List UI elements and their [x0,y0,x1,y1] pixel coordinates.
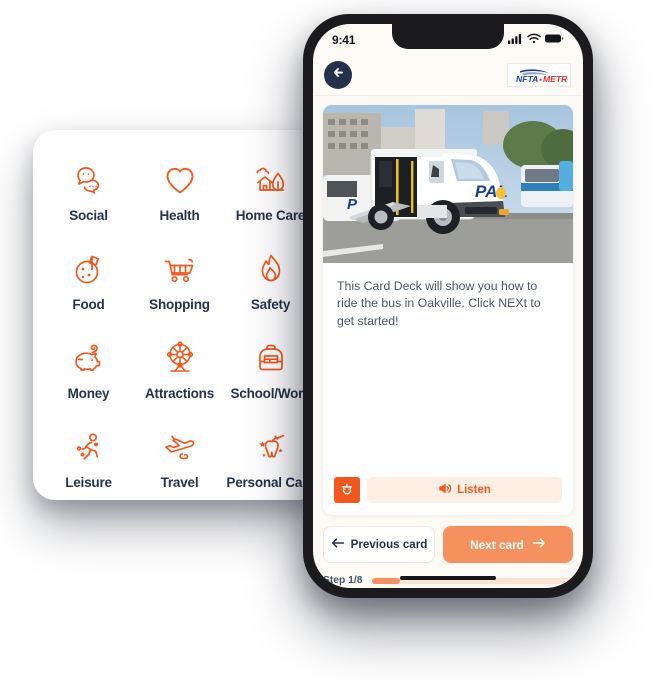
house-tree-icon [252,161,290,199]
back-button[interactable] [324,60,352,89]
category-label: Leisure [65,475,112,490]
wifi-icon [527,31,541,49]
card-body-text: This Card Deck will show you how to ride… [337,279,541,328]
status-time: 9:41 [332,33,356,47]
category-label: Food [72,297,105,312]
arrow-right-icon [532,537,546,552]
accessibility-smiley-icon[interactable] [334,477,360,503]
content-card: P PAL This Card Deck will show you how t… [323,105,573,515]
audio-row: Listen [323,477,573,515]
category-label: Money [67,386,110,401]
svg-text:METRO: METRO [543,74,568,84]
airplane-icon [161,428,199,466]
pizza-icon [70,250,108,288]
category-label: Attractions [144,386,215,401]
category-label: Health [159,208,200,223]
flame-icon [252,250,290,288]
cellular-signal-icon [508,31,523,49]
listen-label: Listen [457,484,491,496]
listen-button[interactable]: Listen [367,477,562,503]
card-image: P PAL [323,105,573,263]
previous-card-label: Previous card [350,538,428,551]
svg-text:P: P [347,196,358,213]
speaker-icon [438,482,452,498]
phone-mockup: 9:41 NFTA METR P PAL This Card Deck will… [303,14,593,598]
progress-fill [371,577,400,584]
next-card-button[interactable]: Next card [443,526,573,563]
app-header: NFTA METRO [313,54,583,96]
status-bar: 9:41 [313,24,583,54]
previous-card-button[interactable]: Previous card [323,526,435,563]
next-card-label: Next card [470,537,524,552]
category-item-health[interactable]: Health [134,152,225,241]
category-label: Personal Care [226,475,315,490]
category-label: Home Care [235,208,306,223]
battery-icon [545,31,564,49]
category-card: Social Health Home Care Food Shopping Sa… [33,130,321,500]
category-label: Shopping [149,297,210,312]
category-item-leisure[interactable]: Leisure [43,419,134,500]
category-item-food[interactable]: Food [43,241,134,330]
arrow-left-icon [331,537,345,552]
category-item-shopping[interactable]: Shopping [134,241,225,330]
piggy-bank-icon [70,339,108,377]
category-label: School/Work [230,386,311,401]
category-label: Social [69,208,108,223]
category-grid: Social Health Home Care Food Shopping Sa… [33,152,321,500]
category-item-attractions[interactable]: Attractions [134,330,225,419]
category-item-social[interactable]: Social [43,152,134,241]
category-item-travel[interactable]: Travel [134,419,225,500]
tooth-brush-icon [252,428,290,466]
shopping-cart-icon [161,250,199,288]
heart-icon [161,161,199,199]
brand-logo: NFTA METRO [507,62,571,87]
running-person-icon [70,428,108,466]
category-label: Travel [160,475,199,490]
category-label: Safety [250,297,291,312]
category-item-money[interactable]: Money [43,330,134,419]
status-icons [508,31,564,49]
home-indicator-bar [400,576,496,580]
card-navigation: Previous card Next card [323,526,573,563]
backpack-icon [252,339,290,377]
speech-bubbles-icon [70,161,108,199]
step-label: Step 1/8 [323,575,363,586]
ferris-wheel-icon [161,339,199,377]
phone-screen: 9:41 NFTA METR P PAL This Card Deck will… [313,24,583,588]
svg-text:NFTA: NFTA [516,74,538,84]
arrow-left-icon [331,65,346,85]
